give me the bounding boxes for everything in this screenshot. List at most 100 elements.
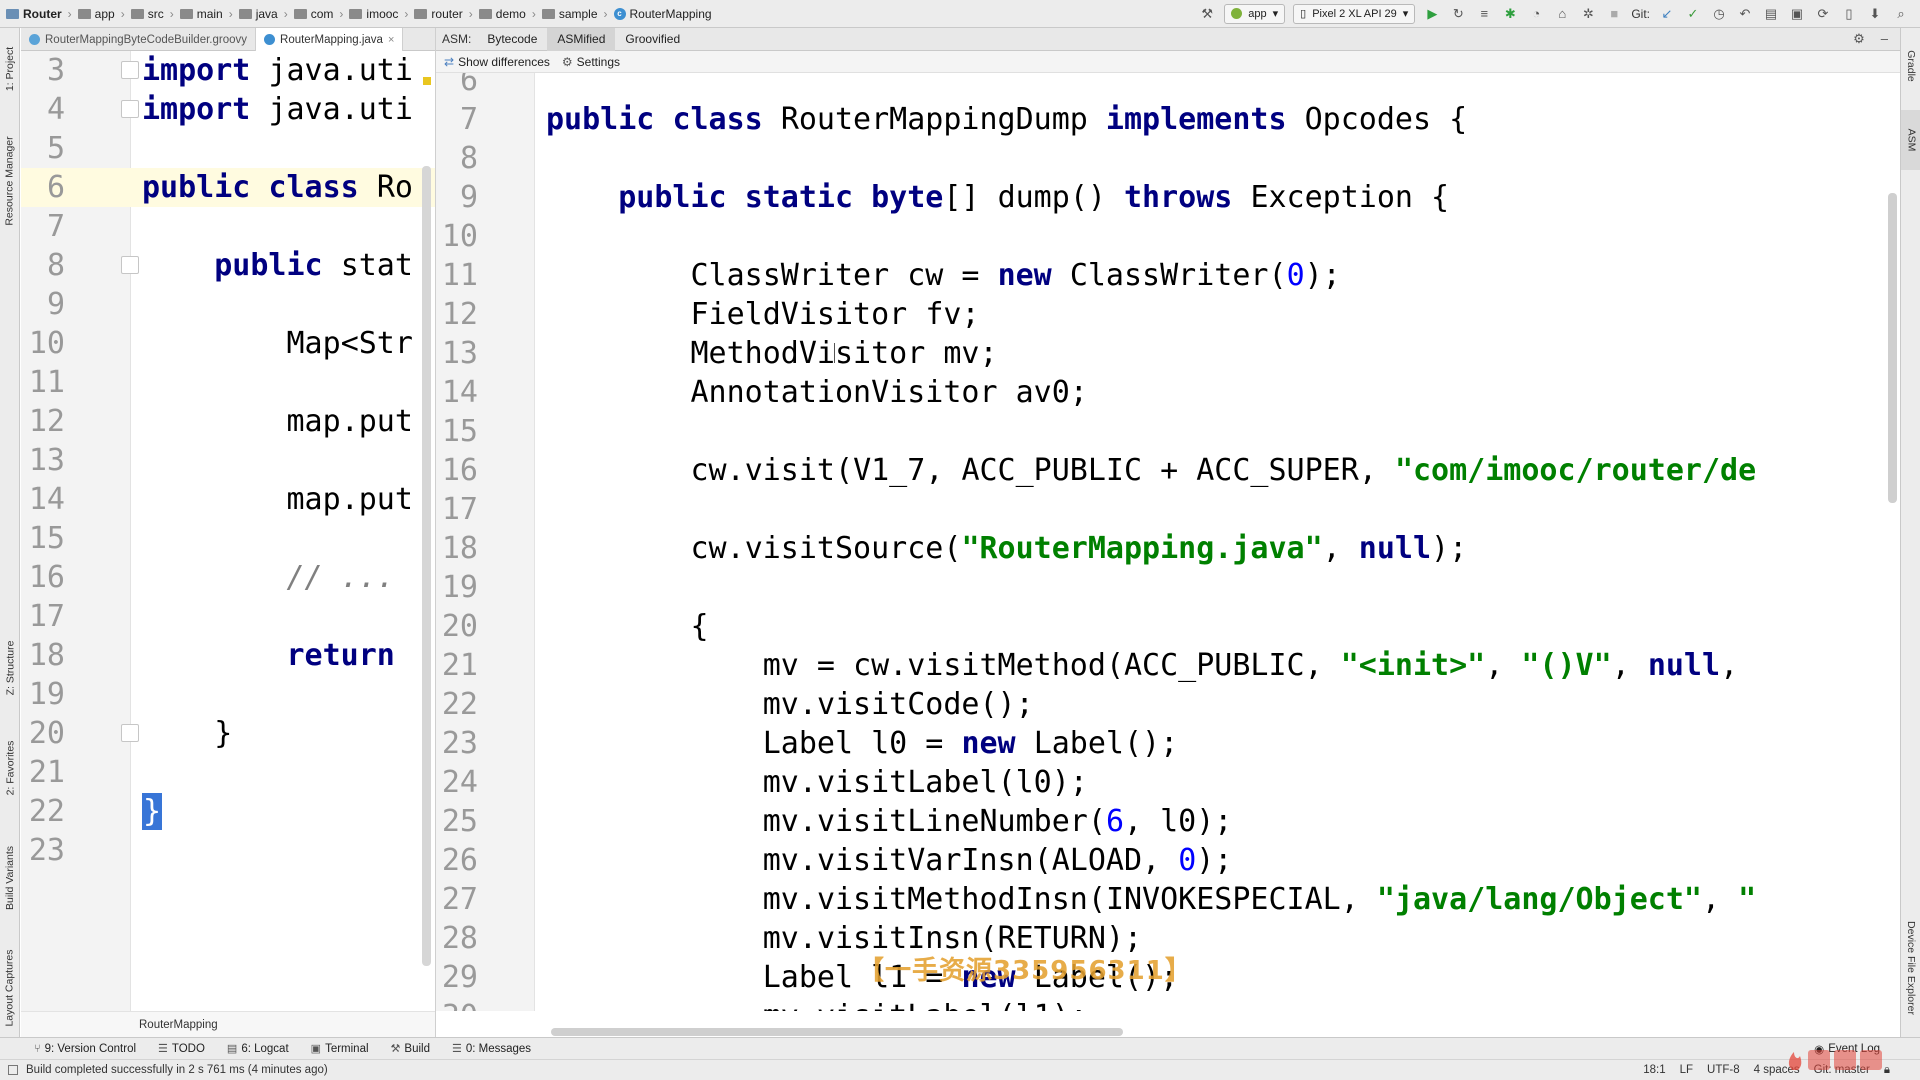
line-number[interactable]: 10 [21,324,65,363]
line-number[interactable]: 13 [21,441,65,480]
breadcrumb-item[interactable]: demo [478,7,526,21]
line-number[interactable]: 6 [21,168,65,207]
code-line[interactable]: 22 mv.visitCode(); [436,685,1900,724]
line-number[interactable]: 21 [436,646,478,685]
line-number[interactable]: 24 [436,763,478,802]
run-icon[interactable]: ▶ [1423,5,1441,23]
editor-breadcrumb-label[interactable]: RouterMapping [139,1019,218,1031]
code-line[interactable]: 10 [436,217,1900,256]
code-line[interactable]: 17 [21,597,435,636]
line-number[interactable]: 22 [21,792,65,831]
breadcrumb-item[interactable]: com [293,7,333,21]
messages-tool-button[interactable]: ☰ 0: Messages [452,1042,531,1056]
line-number[interactable]: 28 [436,919,478,958]
breadcrumb-item[interactable]: java [238,7,278,21]
line-number[interactable]: 15 [21,519,65,558]
line-number[interactable]: 5 [21,129,65,168]
code-line[interactable]: 6 [436,73,1900,100]
breadcrumb-item[interactable]: imooc [349,7,398,21]
line-number[interactable]: 25 [436,802,478,841]
left-code-area[interactable]: 3 import java.uti 4 import java.uti 5 6 public… [21,51,435,1011]
code-line[interactable]: 26 mv.visitVarInsn(ALOAD, 0); [436,841,1900,880]
line-number[interactable]: 3 [21,51,65,90]
file-encoding[interactable]: UTF-8 [1707,1064,1740,1077]
debug-icon[interactable]: ✱ [1501,5,1519,23]
code-line[interactable]: 18 cw.visitSource("RouterMapping.java", … [436,529,1900,568]
code-line[interactable]: 27 mv.visitMethodInsn(INVOKESPECIAL, "ja… [436,880,1900,919]
code-line[interactable]: 11 [21,363,435,402]
line-number[interactable]: 16 [436,451,478,490]
line-number[interactable]: 22 [436,685,478,724]
sync-gradle-icon[interactable]: ⟳ [1814,5,1832,23]
code-line[interactable]: 11 ClassWriter cw = new ClassWriter(0); [436,256,1900,295]
line-number[interactable]: 7 [436,100,478,139]
line-number[interactable]: 20 [436,607,478,646]
breadcrumb-item[interactable]: main [179,7,223,21]
tab-groovified[interactable]: Groovified [615,28,690,51]
stop-icon[interactable]: ■ [1605,5,1623,23]
terminal-tool-button[interactable]: ▣ Terminal [311,1042,369,1056]
code-line[interactable]: 16 cw.visit(V1_7, ACC_PUBLIC + ACC_SUPER… [436,451,1900,490]
settings-button[interactable]: ⚙ Settings [562,55,620,69]
project-structure-icon[interactable]: ▤ [1762,5,1780,23]
tab-router-mapping-bytecode-builder[interactable]: RouterMappingByteCodeBuilder.groovy [21,28,257,51]
line-number[interactable]: 9 [436,178,478,217]
code-line[interactable]: 12 map.put [21,402,435,441]
code-line[interactable]: 14 map.put [21,480,435,519]
line-number[interactable]: 18 [21,636,65,675]
code-line[interactable]: 23 [21,831,435,870]
fold-marker-icon[interactable] [121,724,139,742]
line-number[interactable]: 29 [436,958,478,997]
show-differences-button[interactable]: ⇄ Show differences [444,55,550,69]
line-number[interactable]: 7 [21,207,65,246]
status-square-icon[interactable] [8,1065,18,1075]
line-number[interactable]: 23 [436,724,478,763]
code-line[interactable]: 22} [21,792,435,831]
fold-marker-icon[interactable] [121,256,139,274]
code-line[interactable]: 3 import java.uti [21,51,435,90]
line-number[interactable]: 12 [21,402,65,441]
code-line[interactable]: 9 [21,285,435,324]
line-number[interactable]: 11 [436,256,478,295]
line-number[interactable]: 9 [21,285,65,324]
line-number[interactable]: 30 [436,997,478,1011]
git-history-icon[interactable]: ◷ [1710,5,1728,23]
avd-manager-icon[interactable]: ▯ [1840,5,1858,23]
asm-tool-tab[interactable]: ASM [1901,110,1920,170]
coverage-icon[interactable]: ✲ [1579,5,1597,23]
tab-bytecode[interactable]: Bytecode [477,28,547,51]
line-number[interactable]: 18 [436,529,478,568]
line-number[interactable]: 19 [21,675,65,714]
todo-tool-button[interactable]: ☰ TODO [158,1042,205,1056]
breadcrumb-item[interactable]: src [130,7,164,21]
code-line[interactable]: 30 mv.visitLabel(l1); [436,997,1900,1011]
code-line[interactable]: 25 mv.visitLineNumber(6, l0); [436,802,1900,841]
code-line[interactable]: 21 [21,753,435,792]
code-line[interactable]: 13 MethodVisitor mv; [436,334,1900,373]
sdk-manager-icon[interactable]: ⬇ [1866,5,1884,23]
resource-manager-tool-tab[interactable]: Resource Manager [0,126,20,236]
code-line[interactable]: 13 [21,441,435,480]
line-number[interactable]: 4 [21,90,65,129]
fold-marker-icon[interactable] [121,61,139,79]
line-number[interactable]: 16 [21,558,65,597]
device-select[interactable]: ▯ Pixel 2 XL API 29 ▾ [1293,3,1416,24]
layout-icon[interactable]: ▣ [1788,5,1806,23]
logcat-tool-button[interactable]: ▤ 6: Logcat [227,1042,289,1056]
code-line[interactable]: 15 [436,412,1900,451]
profile-icon[interactable]: ◔ [1527,5,1545,23]
line-number[interactable]: 17 [436,490,478,529]
code-line[interactable]: 17 [436,490,1900,529]
gear-icon[interactable]: ⚙ [1853,31,1865,47]
git-update-icon[interactable]: ↙ [1658,5,1676,23]
favorites-tool-tab[interactable]: 2: Favorites [0,728,20,808]
vertical-scrollbar[interactable] [1888,193,1897,503]
run-config-select[interactable]: app ▾ [1224,3,1286,24]
code-line[interactable]: 20 { [436,607,1900,646]
layout-captures-tool-tab[interactable]: Layout Captures [0,943,20,1033]
code-line[interactable]: 20 } [21,714,435,753]
breadcrumb-item[interactable]: sample [541,7,598,21]
breadcrumb-item[interactable]: c RouterMapping [613,7,712,21]
line-number[interactable]: 14 [436,373,478,412]
code-line[interactable]: 12 FieldVisitor fv; [436,295,1900,334]
